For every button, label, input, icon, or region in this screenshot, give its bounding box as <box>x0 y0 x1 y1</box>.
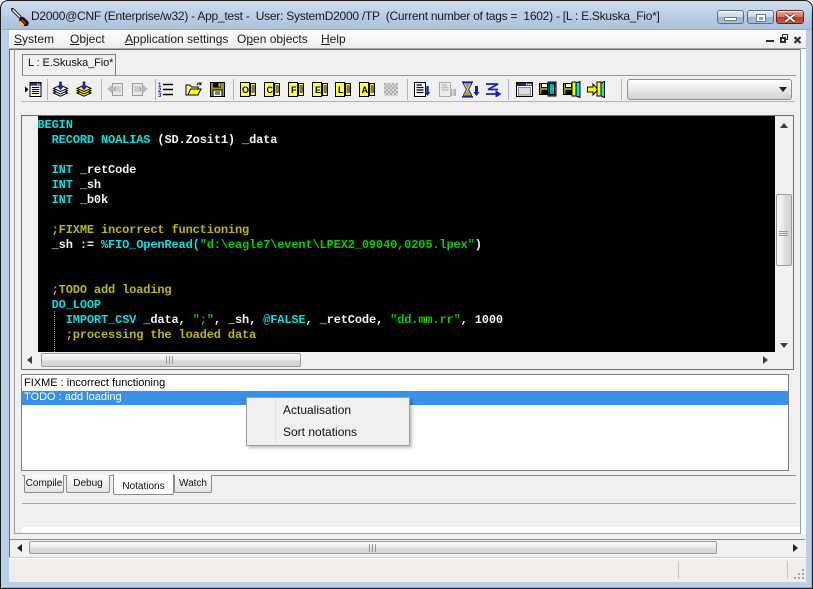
svg-text:L: L <box>338 85 344 95</box>
svg-text:F: F <box>291 85 297 95</box>
svg-text:3: 3 <box>158 93 162 98</box>
svg-text:E: E <box>315 85 321 95</box>
svg-text:A: A <box>362 85 369 95</box>
svg-text:O: O <box>242 85 249 95</box>
svg-text:C: C <box>267 85 274 95</box>
